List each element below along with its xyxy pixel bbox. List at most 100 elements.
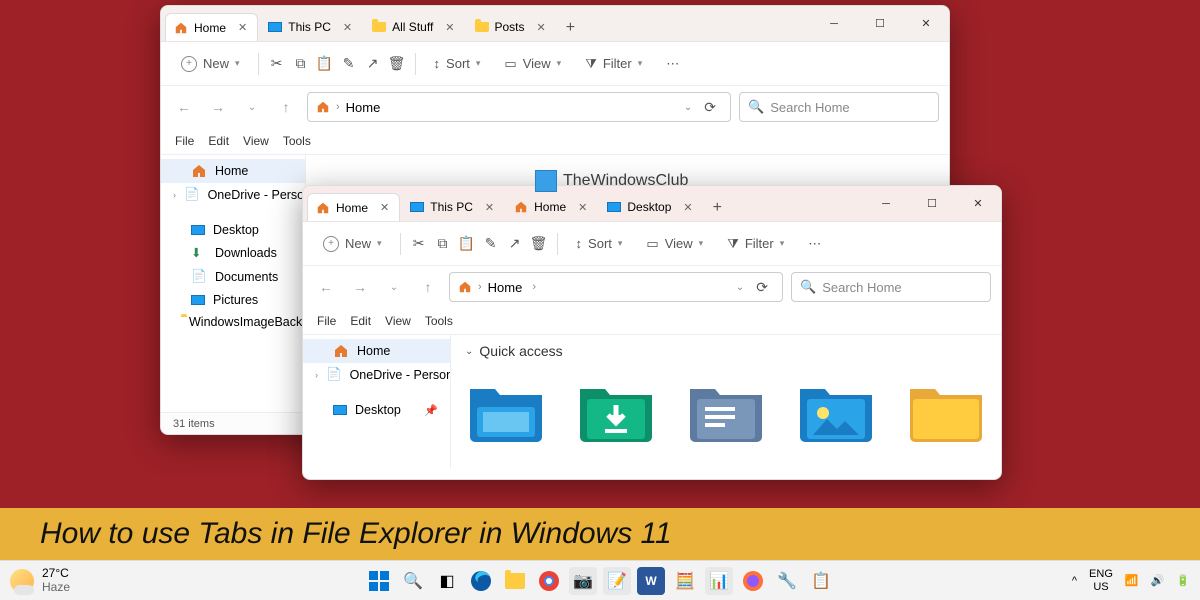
app-icon[interactable]: 📋: [807, 567, 835, 595]
search-input[interactable]: 🔍 Search Home: [739, 92, 939, 122]
volume-icon[interactable]: 🔊: [1151, 574, 1165, 587]
cut-button[interactable]: ✂: [267, 56, 287, 72]
start-button[interactable]: [365, 567, 393, 595]
sidebar-item-desktop[interactable]: Desktop: [161, 219, 305, 241]
recent-button[interactable]: ⌄: [239, 94, 265, 120]
edge-icon[interactable]: [467, 567, 495, 595]
cut-button[interactable]: ✂: [409, 236, 429, 252]
sidebar-item-home[interactable]: Home: [303, 339, 450, 363]
maximize-button[interactable]: ☐: [909, 188, 955, 220]
firefox-icon[interactable]: [739, 567, 767, 595]
close-icon[interactable]: ✕: [378, 201, 391, 214]
sidebar-item-onedrive[interactable]: › 📄 OneDrive - Personal: [161, 183, 305, 207]
chevron-down-icon[interactable]: ⌄: [736, 282, 744, 293]
sidebar-item-onedrive[interactable]: ›📄OneDrive - Personal: [303, 363, 450, 387]
app-icon[interactable]: 🔧: [773, 567, 801, 595]
taskbar-weather[interactable]: 27°C Haze: [10, 567, 70, 593]
more-button[interactable]: ⋯: [656, 50, 689, 78]
paste-button[interactable]: 📋: [457, 236, 477, 252]
share-button[interactable]: ↗: [363, 56, 383, 72]
sidebar-item-windowsimage[interactable]: WindowsImageBackup: [161, 311, 305, 333]
back-button[interactable]: ←: [171, 94, 197, 120]
chevron-down-icon[interactable]: ⌄: [684, 102, 692, 113]
close-icon[interactable]: ✕: [535, 21, 548, 34]
new-button[interactable]: +New ▾: [171, 50, 250, 78]
menu-edit[interactable]: Edit: [208, 134, 229, 148]
close-button[interactable]: ✕: [903, 8, 949, 40]
tab-home[interactable]: Home ✕: [165, 13, 258, 41]
close-icon[interactable]: ✕: [236, 21, 249, 34]
refresh-button[interactable]: ⟳: [750, 279, 774, 296]
search-button[interactable]: 🔍: [399, 567, 427, 595]
forward-button[interactable]: →: [205, 94, 231, 120]
app-icon[interactable]: 📷: [569, 567, 597, 595]
delete-button[interactable]: 🗑: [529, 236, 549, 252]
app-icon[interactable]: 📝: [603, 567, 631, 595]
maximize-button[interactable]: ☐: [857, 8, 903, 40]
address-bar[interactable]: › Home ⌄ ⟳: [307, 92, 731, 122]
copy-button[interactable]: ⧉: [291, 56, 311, 72]
wifi-icon[interactable]: 📶: [1125, 574, 1139, 587]
rename-button[interactable]: ✎: [339, 56, 359, 72]
sidebar-item-documents[interactable]: 📄Documents: [161, 265, 305, 289]
view-button[interactable]: ▭ View ▾: [494, 50, 571, 78]
sidebar-item-downloads[interactable]: ⬇Downloads: [161, 241, 305, 265]
close-icon[interactable]: ✕: [681, 201, 694, 214]
paste-button[interactable]: 📋: [315, 56, 335, 72]
rename-button[interactable]: ✎: [481, 236, 501, 252]
minimize-button[interactable]: ─: [811, 8, 857, 40]
forward-button[interactable]: →: [347, 274, 373, 300]
new-tab-button[interactable]: +: [705, 195, 730, 221]
menu-file[interactable]: File: [175, 134, 194, 148]
close-icon[interactable]: ✕: [443, 21, 456, 34]
sidebar-item-desktop[interactable]: Desktop📌: [303, 399, 450, 421]
folder-desktop-icon[interactable]: [465, 377, 547, 445]
tab-desktop[interactable]: Desktop✕: [599, 193, 702, 221]
menu-file[interactable]: File: [317, 314, 336, 328]
close-button[interactable]: ✕: [955, 188, 1001, 220]
menu-view[interactable]: View: [243, 134, 269, 148]
delete-button[interactable]: 🗑: [387, 56, 407, 72]
tab-posts[interactable]: Posts ✕: [467, 13, 556, 41]
back-button[interactable]: ←: [313, 274, 339, 300]
menu-edit[interactable]: Edit: [350, 314, 371, 328]
up-button[interactable]: ↑: [273, 94, 299, 120]
filter-button[interactable]: ⧩ Filter ▾: [717, 230, 794, 258]
share-button[interactable]: ↗: [505, 236, 525, 252]
calculator-icon[interactable]: 🧮: [671, 567, 699, 595]
folder-downloads-icon[interactable]: [575, 377, 657, 445]
tab-home[interactable]: Home✕: [307, 193, 400, 221]
up-button[interactable]: ↑: [415, 274, 441, 300]
sort-button[interactable]: ↕ Sort ▾: [566, 230, 633, 257]
quick-access-header[interactable]: ⌄ Quick access: [465, 343, 987, 359]
address-bar[interactable]: › Home › ⌄ ⟳: [449, 272, 783, 302]
tab-all-stuff[interactable]: All Stuff ✕: [364, 13, 464, 41]
chrome-icon[interactable]: [535, 567, 563, 595]
menu-tools[interactable]: Tools: [283, 134, 311, 148]
close-icon[interactable]: ✕: [341, 21, 354, 34]
battery-icon[interactable]: 🔋: [1176, 574, 1190, 587]
copy-button[interactable]: ⧉: [433, 236, 453, 252]
new-tab-button[interactable]: +: [558, 15, 583, 41]
tab-home-2[interactable]: Home✕: [506, 193, 597, 221]
search-input[interactable]: 🔍 Search Home: [791, 272, 991, 302]
folder-documents-icon[interactable]: [685, 377, 767, 445]
refresh-button[interactable]: ⟳: [698, 99, 722, 116]
menu-tools[interactable]: Tools: [425, 314, 453, 328]
file-explorer-icon[interactable]: [501, 567, 529, 595]
more-button[interactable]: ⋯: [798, 230, 831, 258]
folder-generic-icon[interactable]: [905, 377, 987, 445]
sidebar-item-home[interactable]: Home: [161, 159, 305, 183]
sort-button[interactable]: ↕ Sort ▾: [424, 50, 491, 77]
tray-chevron-icon[interactable]: ^: [1072, 575, 1077, 587]
new-button[interactable]: +New ▾: [313, 230, 392, 258]
tab-this-pc[interactable]: This PC ✕: [260, 13, 362, 41]
minimize-button[interactable]: ─: [863, 188, 909, 220]
sidebar-item-pictures[interactable]: Pictures: [161, 289, 305, 311]
task-view-button[interactable]: ◧: [433, 567, 461, 595]
filter-button[interactable]: ⧩ Filter ▾: [575, 50, 652, 78]
close-icon[interactable]: ✕: [576, 201, 589, 214]
view-button[interactable]: ▭ View ▾: [636, 230, 713, 258]
app-icon[interactable]: 📊: [705, 567, 733, 595]
tab-this-pc[interactable]: This PC✕: [402, 193, 504, 221]
